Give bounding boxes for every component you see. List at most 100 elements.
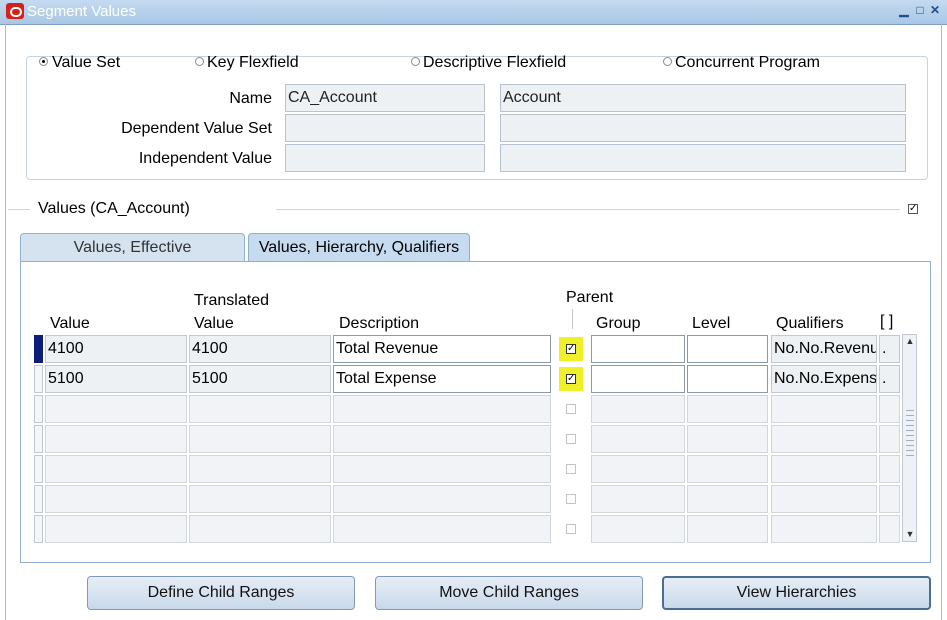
parent-checkbox[interactable]: ✓ [566,344,576,354]
radio-value-set-label[interactable]: Value Set [52,54,120,72]
table-cell-value[interactable] [45,515,187,543]
parent-checkbox[interactable] [566,434,576,444]
column-header-group: Group [596,315,641,332]
parent-checkbox[interactable] [566,524,576,534]
table-cell-translated[interactable] [189,515,331,543]
table-cell-group[interactable] [591,365,685,393]
scroll-down-arrow-icon[interactable]: ▼ [905,529,915,539]
table-cell-level[interactable] [687,455,768,483]
table-cell-flexfield[interactable] [879,425,900,453]
radio-concurrent-program-label[interactable]: Concurrent Program [675,54,820,72]
dependent-value-set-label: Dependent Value Set [121,120,272,137]
table-cell-description[interactable] [333,425,551,453]
table-cell-translated[interactable] [189,485,331,513]
tab-values-hierarchy-qualifiers[interactable]: Values, Hierarchy, Qualifiers [248,233,470,262]
table-cell-qualifiers[interactable]: No.No.Revenu [771,335,877,363]
table-cell-translated[interactable] [189,395,331,423]
scroll-up-arrow-icon[interactable]: ▲ [905,336,915,346]
dependent-value-set-field[interactable] [285,114,485,142]
table-cell-description[interactable] [333,515,551,543]
table-cell-value[interactable]: 4100 [45,335,187,363]
row-indicator[interactable] [34,425,43,453]
table-cell-flexfield[interactable]: . [879,365,900,393]
name-field[interactable]: CA_Account [285,84,485,112]
table-cell-level[interactable] [687,485,768,513]
column-header-description: Description [339,315,420,332]
radio-key-flexfield-label[interactable]: Key Flexfield [207,54,299,72]
table-cell-translated[interactable] [189,425,331,453]
table-cell-value[interactable] [45,455,187,483]
table-cell-description[interactable]: Total Revenue [333,335,551,363]
radio-descriptive-flexfield-label[interactable]: Descriptive Flexfield [423,54,566,72]
close-icon[interactable]: ✕ [929,4,941,16]
table-cell-level[interactable] [687,365,768,393]
table-cell-level[interactable] [687,515,768,543]
radio-concurrent-program[interactable] [663,57,672,66]
independent-value-field[interactable] [285,144,485,172]
maximize-icon[interactable]: □ [914,4,926,16]
table-cell-group[interactable] [591,335,685,363]
table-cell-translated[interactable]: 5100 [189,365,331,393]
table-cell-description[interactable] [333,455,551,483]
name-description-field[interactable]: Account [500,84,906,112]
section-divider-right [276,209,900,210]
table-cell-flexfield[interactable] [879,395,900,423]
scroll-thumb-grip-icon[interactable] [906,410,914,456]
radio-descriptive-flexfield[interactable] [411,57,420,66]
parent-checkbox[interactable] [566,404,576,414]
table-cell-group[interactable] [591,425,685,453]
table-cell-group[interactable] [591,515,685,543]
table-cell-description[interactable] [333,395,551,423]
table-cell-group[interactable] [591,395,685,423]
table-cell-level[interactable] [687,425,768,453]
table-cell-value[interactable] [45,485,187,513]
row-indicator[interactable] [34,365,43,393]
table-cell-qualifiers[interactable] [771,455,877,483]
table-cell-qualifiers[interactable] [771,395,877,423]
table-cell-level[interactable] [687,395,768,423]
row-indicator-current[interactable] [34,335,43,363]
table-cell-translated[interactable]: 4100 [189,335,331,363]
values-section-title: Values (CA_Account) [38,200,190,217]
parent-checkbox[interactable]: ✓ [566,374,576,384]
row-indicator[interactable] [34,455,43,483]
table-cell-flexfield[interactable]: . [879,335,900,363]
table-cell-flexfield[interactable] [879,485,900,513]
window-frame-left [5,24,6,620]
row-indicator[interactable] [34,515,43,543]
parent-checkbox[interactable] [566,464,576,474]
radio-key-flexfield[interactable] [195,57,204,66]
row-indicator[interactable] [34,395,43,423]
independent-description-field[interactable] [500,144,906,172]
window-title-bar[interactable] [0,0,947,25]
tab-values-effective[interactable]: Values, Effective [20,233,245,262]
define-child-ranges-button[interactable]: Define Child Ranges [87,576,355,610]
table-cell-flexfield[interactable] [879,455,900,483]
parent-checkbox[interactable] [566,494,576,504]
row-indicator[interactable] [34,485,43,513]
table-cell-level[interactable] [687,335,768,363]
table-cell-qualifiers[interactable] [771,485,877,513]
column-header-level: Level [692,315,731,332]
view-hierarchies-button[interactable]: View Hierarchies [662,576,931,610]
table-cell-qualifiers[interactable]: No.No.Expens [771,365,877,393]
move-child-ranges-button[interactable]: Move Child Ranges [375,576,643,610]
window-frame-right [941,24,942,620]
table-cell-value[interactable] [45,395,187,423]
radio-value-set[interactable] [39,57,48,66]
dependent-description-field[interactable] [500,114,906,142]
table-cell-value[interactable]: 5100 [45,365,187,393]
independent-value-label: Independent Value [138,150,272,167]
table-cell-value[interactable] [45,425,187,453]
table-cell-qualifiers[interactable] [771,425,877,453]
table-cell-translated[interactable] [189,455,331,483]
window-title: Segment Values [27,3,136,20]
table-cell-flexfield[interactable] [879,515,900,543]
section-toggle-checkbox[interactable]: ✓ [908,204,918,214]
table-cell-qualifiers[interactable] [771,515,877,543]
minimize-icon[interactable]: ▁ [898,4,910,16]
table-cell-description[interactable]: Total Expense [333,365,551,393]
table-cell-group[interactable] [591,485,685,513]
table-cell-group[interactable] [591,455,685,483]
table-cell-description[interactable] [333,485,551,513]
